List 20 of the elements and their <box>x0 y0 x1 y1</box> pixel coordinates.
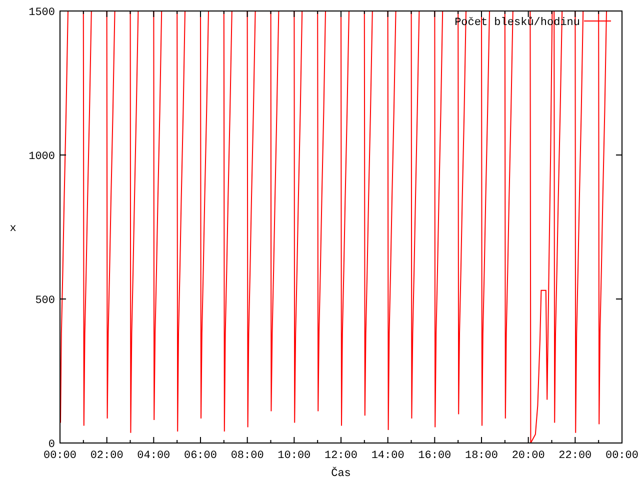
axis-tick-label: 02:00 <box>90 450 124 462</box>
axis-tick-label: 18:00 <box>465 450 498 462</box>
axis-tick-label: 16:00 <box>418 450 452 462</box>
legend-line <box>584 20 612 22</box>
axis-tick-label: 1500 <box>28 7 55 19</box>
axis-tick-label: 14:00 <box>371 450 404 462</box>
axis-tick-label: 22:00 <box>558 450 592 462</box>
axis-tick-label: 06:00 <box>184 450 217 462</box>
axis-tick-label: 04:00 <box>137 450 170 462</box>
axis-tick-label: 00:00 <box>606 450 638 462</box>
axis-tick-label: 500 <box>35 295 55 307</box>
axis-tick-label: 0 <box>48 439 55 451</box>
axis-tick-label: 00:00 <box>44 450 76 462</box>
axis-tick-label: 12:00 <box>324 450 358 462</box>
axis-title: Čas <box>331 468 351 480</box>
axis-tick-label: 20:00 <box>512 450 545 462</box>
axis-tick-label: 08:00 <box>230 450 264 462</box>
axis-tick-label: 10:00 <box>278 450 311 462</box>
axis-tick-label: 1000 <box>28 151 55 163</box>
axis-title: x <box>10 223 16 235</box>
